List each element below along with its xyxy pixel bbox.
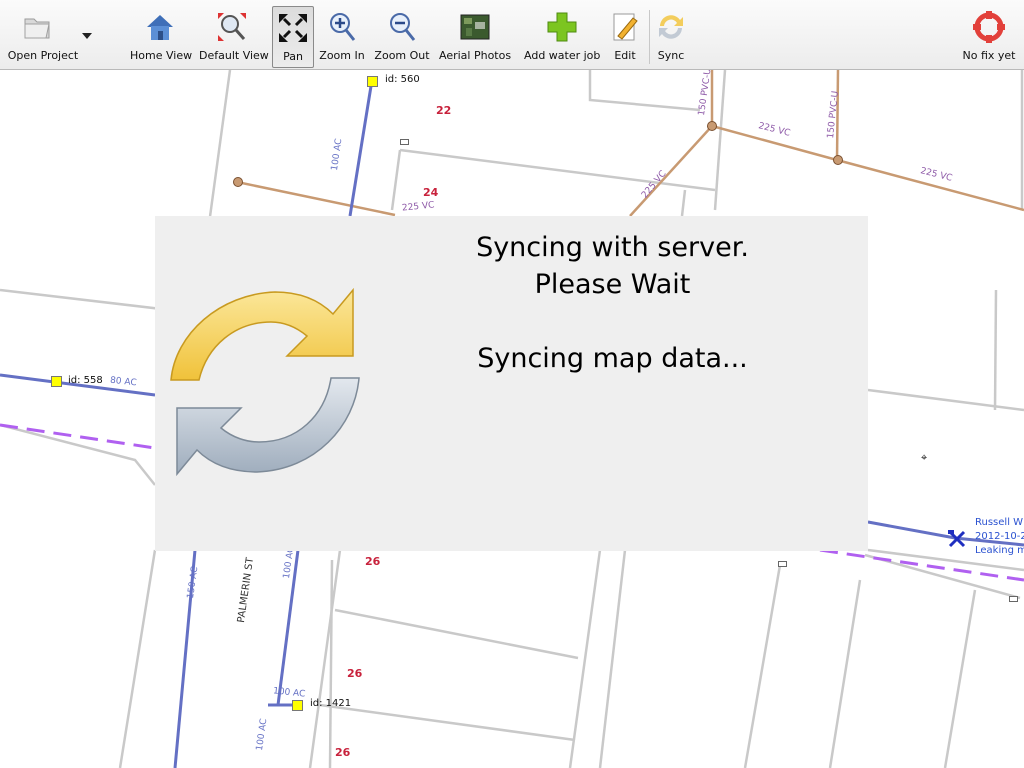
home-icon [147, 15, 173, 40]
edit-label: Edit [614, 49, 636, 62]
toolbar-separator [649, 10, 650, 64]
pencil-icon [613, 13, 638, 41]
aerial-photo-icon [460, 14, 490, 40]
default-view-label: Default View [199, 49, 269, 62]
folder-icon [24, 18, 50, 39]
add-water-job-label: Add water job [524, 49, 601, 62]
add-water-job-button[interactable]: Add water job [524, 6, 600, 66]
pan-label: Pan [283, 50, 303, 63]
pan-button[interactable]: Pan [272, 6, 314, 68]
lot-number: 26 [347, 667, 363, 680]
default-view-button[interactable]: Default View [199, 6, 269, 66]
valve-marker[interactable] [292, 700, 303, 711]
gps-no-fix-icon [973, 11, 1005, 43]
water-job-marker[interactable] [947, 529, 967, 549]
valve-marker[interactable] [51, 376, 62, 387]
sync-button[interactable]: Sync [652, 6, 690, 66]
sync-dialog: Syncing with server. Please Wait Syncing… [155, 216, 868, 551]
valve-marker[interactable] [367, 76, 378, 87]
sync-icon [659, 15, 683, 39]
sewer-node[interactable] [707, 121, 717, 131]
node-id-label: id: 560 [385, 74, 420, 85]
job-line: Leaking m [975, 545, 1024, 556]
lot-number: 22 [436, 104, 452, 117]
zoom-in-button[interactable]: Zoom In [318, 6, 366, 66]
edit-button[interactable]: Edit [606, 6, 644, 66]
node-id-label: id: 1421 [310, 698, 352, 709]
toolbar: Open Project Home View Default View Pan [0, 0, 1024, 70]
gps-status-label: No fix yet [962, 49, 1016, 62]
plus-icon [547, 12, 577, 42]
aerial-photos-label: Aerial Photos [439, 49, 512, 62]
home-view-label: Home View [130, 49, 193, 62]
sewer-node[interactable] [833, 155, 843, 165]
fitting-marker[interactable] [1009, 596, 1018, 602]
lot-number: 24 [423, 186, 439, 199]
zoom-out-icon [390, 13, 416, 41]
node-id-label: id: 558 [68, 375, 103, 386]
open-project-dropdown-icon[interactable] [82, 33, 92, 39]
job-line: 2012-10-2 [975, 531, 1024, 542]
gps-status-button[interactable]: No fix yet [958, 6, 1020, 66]
lot-number: 26 [335, 746, 351, 759]
fitting-marker[interactable] [778, 561, 787, 567]
water-job-label[interactable]: Russell W 2012-10-2 Leaking m [975, 516, 1024, 558]
crosshair-icon: ⌖ [921, 451, 928, 464]
zoom-out-button[interactable]: Zoom Out [374, 6, 430, 66]
wrench-hammer-icon [948, 530, 966, 548]
zoom-out-label: Zoom Out [374, 49, 430, 62]
home-view-button[interactable]: Home View [130, 6, 193, 66]
zoom-in-label: Zoom In [319, 49, 365, 62]
lot-number: 26 [365, 555, 381, 568]
sewer-node[interactable] [233, 177, 243, 187]
pan-arrows-icon [279, 14, 307, 42]
zoom-in-icon [330, 13, 356, 41]
magnifier-arrows-icon [218, 13, 246, 41]
job-line: Russell W [975, 517, 1024, 528]
open-project-label: Open Project [7, 49, 79, 62]
aerial-photos-button[interactable]: Aerial Photos [439, 6, 511, 66]
sync-title-line2: Please Wait [534, 269, 691, 300]
sync-status-text: Syncing map data... [477, 343, 748, 374]
sync-large-icon [170, 287, 360, 477]
sync-title-line1: Syncing with server. [476, 232, 749, 263]
open-project-button[interactable]: Open Project [4, 6, 82, 66]
sync-label: Sync [657, 49, 685, 62]
fitting-marker[interactable] [400, 139, 409, 145]
